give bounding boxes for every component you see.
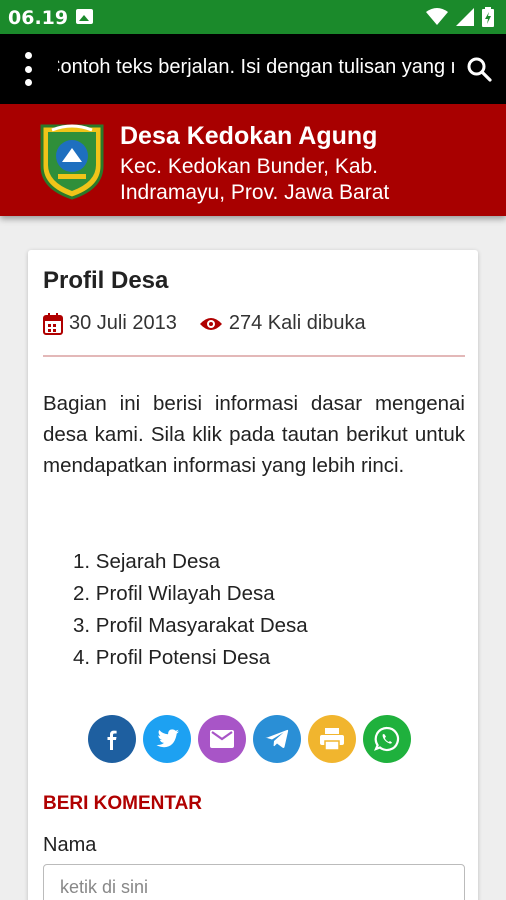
clock: 06.19	[8, 7, 69, 29]
image-notification-icon	[76, 9, 93, 24]
wifi-icon	[426, 8, 448, 25]
site-title[interactable]: Desa Kedokan Agung	[120, 122, 377, 151]
comment-heading: BERI KOMENTAR	[43, 793, 203, 814]
running-text-content: Contoh teks berjalan. Isi dengan tulisan…	[58, 56, 454, 78]
list-item-sejarah[interactable]: 1. Sejarah Desa	[73, 546, 308, 578]
list-item-wilayah[interactable]: 2. Profil Wilayah Desa	[73, 578, 308, 610]
facebook-share-button[interactable]	[88, 715, 136, 763]
twitter-share-button[interactable]	[143, 715, 191, 763]
eye-icon	[199, 317, 222, 330]
name-label: Nama	[43, 834, 97, 856]
list-item-potensi[interactable]: 4. Profil Potensi Desa	[73, 642, 308, 674]
link-list: 1. Sejarah Desa 2. Profil Wilayah Desa 3…	[73, 546, 308, 674]
facebook-icon	[107, 730, 117, 750]
whatsapp-icon	[374, 726, 400, 752]
status-bar: 06.19	[0, 0, 506, 34]
village-logo[interactable]	[38, 122, 106, 200]
site-subtitle: Kec. Kedokan Bunder, Kab. Indramayu, Pro…	[120, 155, 390, 204]
divider	[43, 355, 465, 357]
menu-icon[interactable]	[18, 52, 38, 86]
whatsapp-share-button[interactable]	[363, 715, 411, 763]
running-text: Contoh teks berjalan. Isi dengan tulisan…	[58, 56, 454, 86]
article-meta: 30 Juli 2013 274 Kali dibuka	[43, 312, 388, 335]
article-paragraph: Bagian ini berisi informasi dasar mengen…	[43, 392, 465, 477]
telegram-icon	[265, 729, 289, 748]
share-buttons	[88, 715, 411, 763]
list-item-masyarakat[interactable]: 3. Profil Masyarakat Desa	[73, 610, 308, 642]
top-bar: Contoh teks berjalan. Isi dengan tulisan…	[0, 34, 506, 104]
article-date: 30 Juli 2013	[69, 312, 177, 334]
page-title: Profil Desa	[43, 267, 169, 294]
email-share-button[interactable]	[198, 715, 246, 763]
article-views: 274 Kali dibuka	[228, 312, 366, 334]
signal-icon	[456, 8, 474, 26]
name-field[interactable]	[43, 864, 465, 900]
print-icon	[320, 728, 344, 750]
email-icon	[210, 730, 234, 748]
search-icon[interactable]	[466, 56, 492, 82]
telegram-share-button[interactable]	[253, 715, 301, 763]
twitter-icon	[156, 729, 179, 748]
calendar-icon	[43, 312, 63, 335]
article-card: Profil Desa 30 Juli 2013 274 Kali dibuka…	[28, 250, 478, 900]
battery-icon	[482, 7, 494, 27]
print-share-button[interactable]	[308, 715, 356, 763]
site-header: Desa Kedokan Agung Kec. Kedokan Bunder, …	[0, 104, 506, 216]
